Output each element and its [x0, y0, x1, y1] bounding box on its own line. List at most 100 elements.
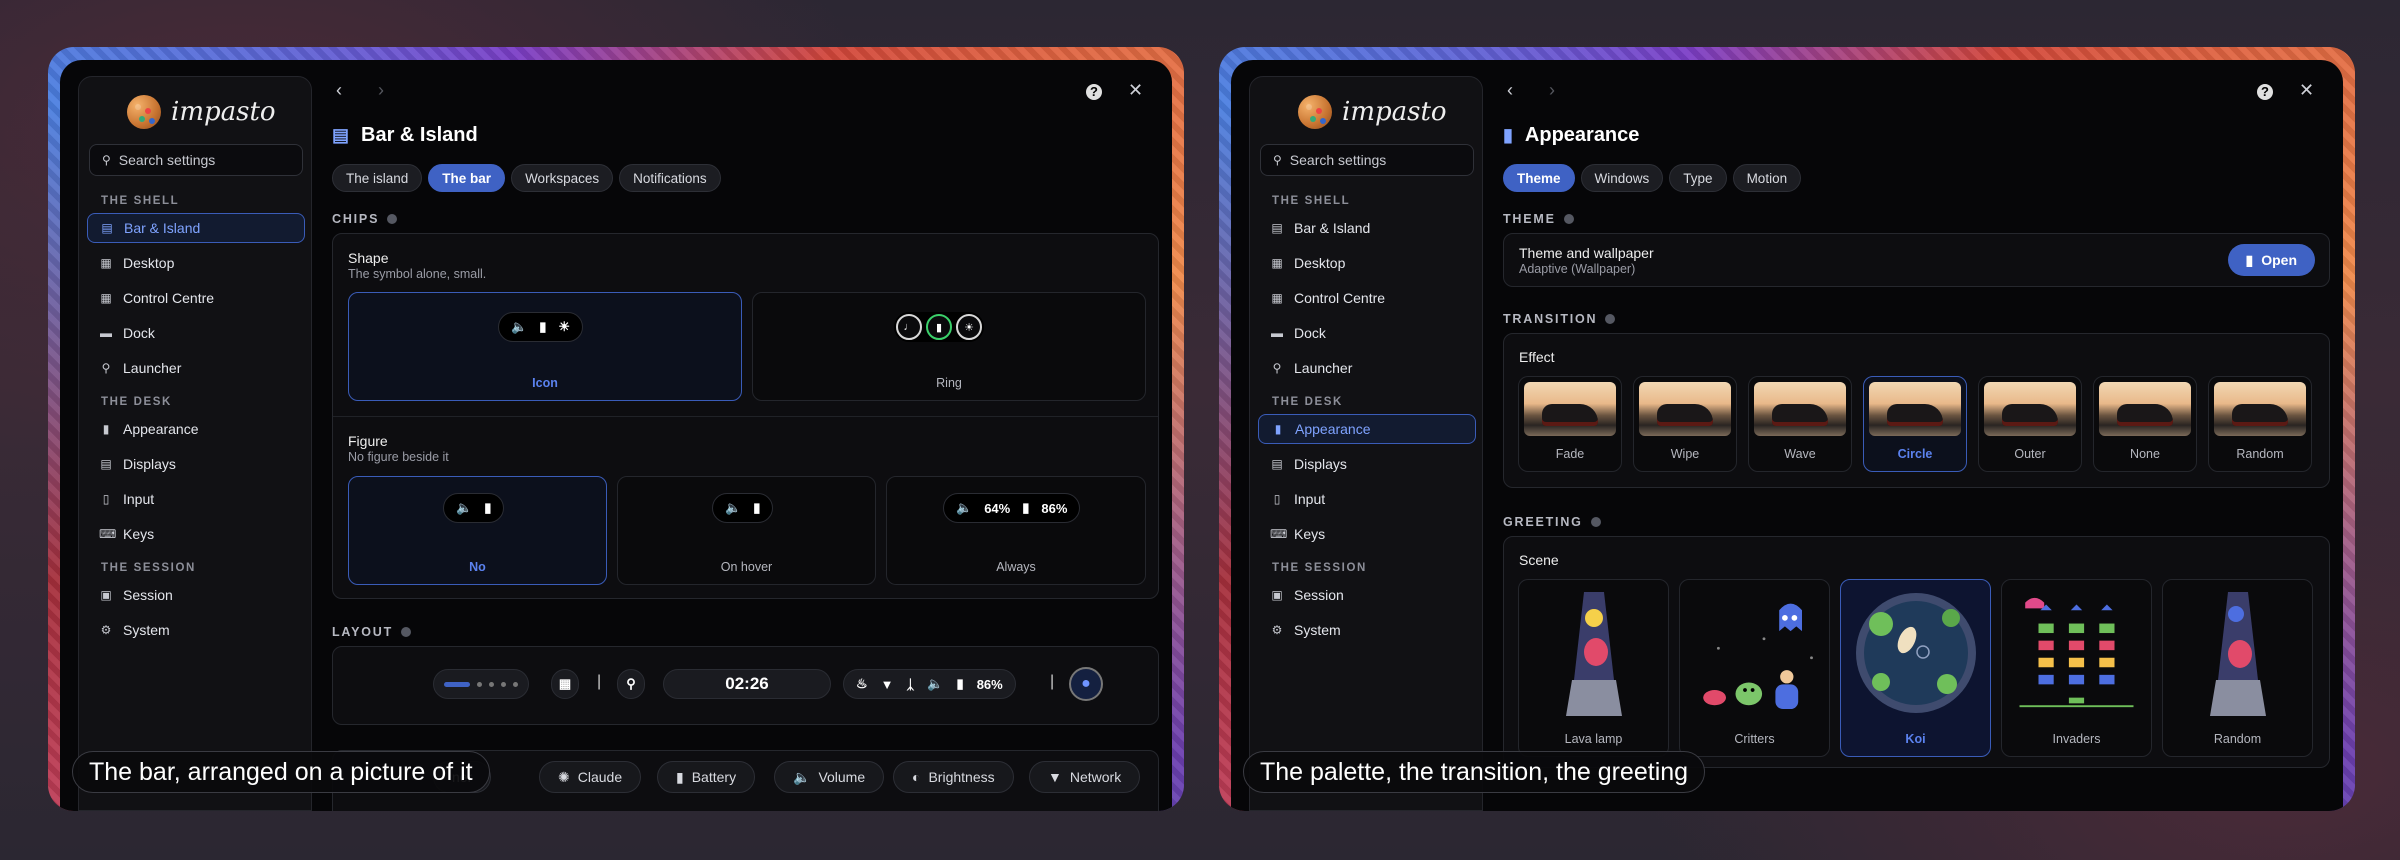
help-icon[interactable]: ? — [2257, 84, 2273, 100]
chip-battery[interactable]: ▮ Battery — [657, 761, 756, 793]
screenshot-bar-island: impasto ⚲ Search settings THE SHELL ▤ Bar … — [48, 47, 1184, 811]
search-icon[interactable]: ⚲ — [617, 669, 645, 699]
chip-network[interactable]: ▼ Network — [1029, 761, 1141, 793]
effect-option-wave[interactable]: Wave — [1748, 376, 1852, 472]
tab-the-bar[interactable]: The bar — [428, 164, 506, 192]
search-icon: ⚲ — [1273, 153, 1282, 167]
chips-card: Shape The symbol alone, small. 🔈 ▮ ☀ Icon … — [332, 233, 1159, 599]
status-chips[interactable]: ♨ ▼ ᛣ 🔈 ▮ 86% — [843, 669, 1016, 699]
volume-icon: 🔈 — [511, 319, 528, 334]
effect-option-random[interactable]: Random — [2208, 376, 2312, 472]
tab-theme[interactable]: Theme — [1503, 164, 1575, 192]
shape-option-ring[interactable]: ♩ ▮ ☀ Ring — [752, 292, 1146, 401]
sidebar-item-session[interactable]: ▣ Session — [1258, 580, 1476, 610]
tab-windows[interactable]: Windows — [1580, 164, 1664, 192]
sidebar-item-appearance[interactable]: ▮ Appearance — [87, 414, 305, 444]
sidebar-item-desktop[interactable]: ▦ Desktop — [1258, 248, 1476, 278]
workspace-dot — [477, 681, 482, 687]
sidebar-item-dock[interactable]: ▬ Dock — [1258, 318, 1476, 348]
scene-option-koi[interactable]: Koi — [1840, 579, 1991, 757]
sidebar-section-session: THE SESSION — [1272, 562, 1367, 574]
sidebar-item-appearance[interactable]: ▮ Appearance — [1258, 414, 1476, 444]
sidebar-item-launcher[interactable]: ⚲ Launcher — [1258, 353, 1476, 383]
scene-option-invaders[interactable]: Invaders — [2001, 579, 2152, 757]
effect-thumbnail — [2214, 382, 2306, 436]
sidebar-item-bar-island[interactable]: ▤ Bar & Island — [1258, 213, 1476, 243]
chip-preview: 🔈 ▮ — [712, 493, 774, 523]
open-button[interactable]: ▮ Open — [2227, 244, 2315, 276]
effect-option-circle[interactable]: Circle — [1863, 376, 1967, 472]
figure-subtitle: No figure beside it — [348, 450, 449, 464]
volume-icon: 🔈 — [927, 676, 944, 691]
figure-option-on-hover[interactable]: 🔈 ▮ On hover — [617, 476, 876, 585]
tab-notifications[interactable]: Notifications — [619, 164, 721, 192]
sidebar-item-system[interactable]: ⚙ System — [87, 615, 305, 645]
effect-option-outer[interactable]: Outer — [1978, 376, 2082, 472]
tab-workspaces[interactable]: Workspaces — [511, 164, 614, 192]
chip-claude[interactable]: ✺ Claude — [539, 761, 642, 793]
back-icon[interactable]: ‹ — [336, 80, 342, 101]
separator: | — [597, 673, 602, 690]
tab-bar: The island The bar Workspaces Notificati… — [332, 164, 721, 192]
effect-option-none[interactable]: None — [2093, 376, 2197, 472]
chip-preview: 🔈 64% ▮ 86% — [943, 493, 1081, 523]
search-input[interactable]: ⚲ Search settings — [89, 144, 303, 176]
tab-motion[interactable]: Motion — [1732, 164, 1802, 192]
scene-title: Scene — [1519, 552, 1559, 568]
info-icon — [1563, 214, 1574, 224]
sidebar-item-input[interactable]: ▯ Input — [87, 484, 305, 514]
scene-option-lava-lamp[interactable]: Lava lamp — [1518, 579, 1669, 757]
chip-brightness[interactable]: ◐ Brightness — [893, 761, 1014, 793]
effect-option-fade[interactable]: Fade — [1518, 376, 1622, 472]
scene-option-critters[interactable]: Critters — [1679, 579, 1830, 757]
info-icon — [1590, 517, 1601, 527]
monitor-icon: ▤ — [101, 221, 113, 235]
shape-option-icon[interactable]: 🔈 ▮ ☀ Icon — [348, 292, 742, 401]
sidebar-item-keys[interactable]: ⌨ Keys — [87, 519, 305, 549]
wifi-icon: ▼ — [1048, 769, 1062, 785]
avatar-icon[interactable]: ● — [1069, 667, 1103, 701]
help-icon[interactable]: ? — [1086, 84, 1102, 100]
brightness-icon: ☀ — [956, 314, 982, 340]
forward-icon[interactable]: › — [1549, 80, 1555, 101]
sidebar-item-session[interactable]: ▣ Session — [87, 580, 305, 610]
volume-icon: 🔈 — [725, 500, 742, 515]
sidebar-item-control-centre[interactable]: ▦ Control Centre — [1258, 283, 1476, 313]
sidebar-item-system[interactable]: ⚙ System — [1258, 615, 1476, 645]
clock[interactable]: 02:26 — [663, 669, 831, 699]
monitor-icon: ▤ — [1271, 457, 1283, 471]
sidebar-section-desk: THE DESK — [1272, 396, 1343, 408]
sidebar-item-dock[interactable]: ▬ Dock — [87, 318, 305, 348]
chip-volume[interactable]: 🔈 Volume — [774, 761, 885, 793]
search-icon: ⚲ — [101, 361, 111, 375]
close-icon[interactable]: ✕ — [2299, 80, 2314, 101]
sidebar-item-bar-island[interactable]: ▤ Bar & Island — [87, 213, 305, 243]
sidebar-item-displays[interactable]: ▤ Displays — [87, 449, 305, 479]
grid-icon[interactable]: ▦ — [551, 669, 579, 699]
wifi-icon: ▼ — [880, 676, 894, 692]
effect-thumbnail — [1639, 382, 1731, 436]
tab-the-island[interactable]: The island — [332, 164, 423, 192]
workspace-indicator[interactable] — [433, 669, 529, 699]
battery-icon: ▮ — [1022, 500, 1030, 515]
sidebar-item-launcher[interactable]: ⚲ Launcher — [87, 353, 305, 383]
scene-option-random[interactable]: Random — [2162, 579, 2313, 757]
sidebar-item-input[interactable]: ▯ Input — [1258, 484, 1476, 514]
effect-option-wipe[interactable]: Wipe — [1633, 376, 1737, 472]
sidebar-item-desktop[interactable]: ▦ Desktop — [87, 248, 305, 278]
grid-icon: ▦ — [100, 256, 112, 270]
forward-icon[interactable]: › — [378, 80, 384, 101]
back-icon[interactable]: ‹ — [1507, 80, 1513, 101]
search-input[interactable]: ⚲ Search settings — [1260, 144, 1474, 176]
grid-icon: ▦ — [100, 291, 112, 305]
random-preview — [2171, 588, 2304, 718]
tab-type[interactable]: Type — [1669, 164, 1727, 192]
koi-preview — [1849, 588, 1982, 718]
sidebar-item-displays[interactable]: ▤ Displays — [1258, 449, 1476, 479]
ring-preview: ♩ ▮ ☀ — [894, 312, 984, 342]
figure-option-always[interactable]: 🔈 64% ▮ 86% Always — [886, 476, 1146, 585]
sidebar-item-keys[interactable]: ⌨ Keys — [1258, 519, 1476, 549]
sidebar-item-control-centre[interactable]: ▦ Control Centre — [87, 283, 305, 313]
figure-option-no[interactable]: 🔈 ▮ No — [348, 476, 607, 585]
close-icon[interactable]: ✕ — [1128, 80, 1143, 101]
